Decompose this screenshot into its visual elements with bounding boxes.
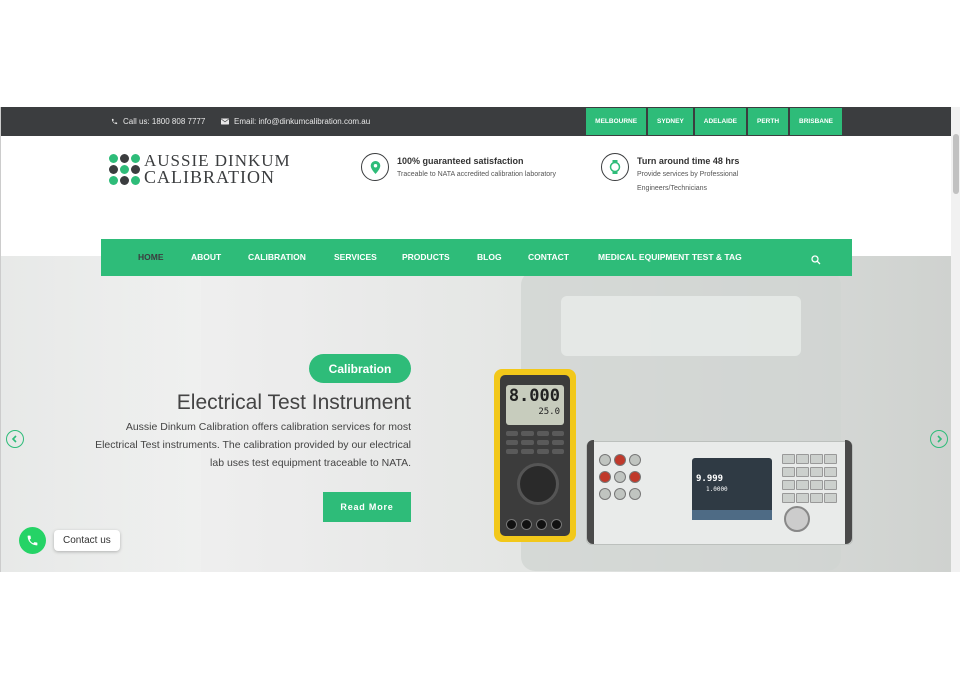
multimeter-reading: 8.000 — [508, 386, 560, 406]
nav-contact[interactable]: CONTACT — [528, 252, 569, 262]
envelope-icon — [221, 118, 229, 125]
nav-calibration[interactable]: CALIBRATION — [248, 252, 306, 262]
nav-about[interactable]: ABOUT — [191, 252, 221, 262]
calibrator-reading: 9.999 — [696, 474, 724, 484]
calibrator-display: 9.999 1.0000 — [692, 458, 772, 520]
multimeter-subreading: 25.0 — [538, 407, 560, 417]
calibrator-knob — [784, 506, 810, 532]
feature-title: 100% guaranteed satisfaction — [397, 156, 524, 166]
email-link[interactable]: Email: info@dinkumcalibration.com.au — [221, 117, 370, 126]
read-more-button[interactable]: Read More — [323, 492, 411, 522]
feature-satisfaction: 100% guaranteed satisfaction Traceable t… — [361, 153, 556, 182]
nav-home[interactable]: HOME — [138, 252, 164, 262]
city-melbourne[interactable]: MELBOURNE — [586, 108, 647, 135]
top-bar: Call us: 1800 808 7777 Email: info@dinku… — [1, 107, 951, 136]
watch-icon — [601, 153, 629, 181]
feature-subtitle: Traceable to NATA accredited calibration… — [397, 171, 557, 178]
feature-subtitle: Provide services by Professional — [637, 171, 739, 178]
browser-viewport: Call us: 1800 808 7777 Email: info@dinku… — [0, 107, 960, 572]
feature-title: Turn around time 48 hrs — [637, 156, 740, 166]
city-sydney[interactable]: SYDNEY — [648, 108, 693, 135]
phone-icon — [27, 535, 38, 546]
multimeter-dial — [517, 463, 559, 505]
scrollbar-thumb[interactable] — [953, 134, 959, 194]
email-text: Email: info@dinkumcalibration.com.au — [234, 117, 371, 126]
hero-title: Electrical Test Instrument — [176, 391, 411, 414]
location-pin-icon — [361, 153, 389, 181]
calibrator-image: 9.999 1.0000 — [586, 440, 853, 545]
nav-blog[interactable]: BLOG — [477, 252, 502, 262]
site-logo[interactable]: AUSSIE DINKUM CALIBRATION — [109, 152, 291, 186]
phone-text: Call us: 1800 808 7777 — [123, 117, 206, 126]
city-adelaide[interactable]: ADELAIDE — [694, 108, 747, 135]
feature-subtitle: Engineers/Technicians — [637, 185, 708, 192]
search-button[interactable] — [811, 252, 821, 270]
phone-link[interactable]: Call us: 1800 808 7777 — [111, 117, 205, 126]
nav-services[interactable]: SERVICES — [334, 252, 377, 262]
city-perth[interactable]: PERTH — [748, 108, 789, 135]
arrow-left-icon — [11, 435, 17, 443]
whatsapp-button[interactable] — [19, 527, 46, 554]
site-header: AUSSIE DINKUM CALIBRATION 100% guarantee… — [1, 136, 951, 240]
city-links: MELBOURNE SYDNEY ADELAIDE PERTH BRISBANE — [586, 108, 842, 135]
city-brisbane[interactable]: BRISBANE — [790, 108, 842, 135]
hero-tag: Calibration — [309, 354, 411, 383]
calibrator-subreading: 1.0000 — [706, 486, 728, 493]
hero-description: Aussie Dinkum Calibration offers calibra… — [95, 421, 411, 469]
contact-us-label[interactable]: Contact us — [54, 530, 120, 551]
nav-medical-equipment[interactable]: MEDICAL EQUIPMENT TEST & TAG — [598, 252, 742, 262]
feature-turnaround: Turn around time 48 hrs Provide services… — [601, 153, 739, 196]
slider-next-button[interactable] — [930, 430, 948, 448]
hero-background-screen — [561, 296, 801, 356]
nav-products[interactable]: PRODUCTS — [402, 252, 450, 262]
phone-icon — [111, 118, 118, 125]
main-nav: HOME ABOUT CALIBRATION SERVICES PRODUCTS… — [101, 239, 852, 276]
search-icon — [811, 255, 821, 265]
multimeter-display: 8.000 25.0 — [506, 385, 564, 425]
vertical-scrollbar[interactable] — [951, 107, 960, 572]
hero-background — [1, 256, 201, 572]
hero-slider: Calibration Electrical Test Instrument A… — [1, 256, 951, 572]
contact-widget[interactable]: Contact us — [19, 527, 120, 554]
logo-mark-icon — [109, 153, 140, 185]
slider-prev-button[interactable] — [6, 430, 24, 448]
logo-line2: CALIBRATION — [144, 167, 275, 187]
multimeter-image: 8.000 25.0 — [494, 369, 576, 542]
arrow-right-icon — [937, 435, 943, 443]
